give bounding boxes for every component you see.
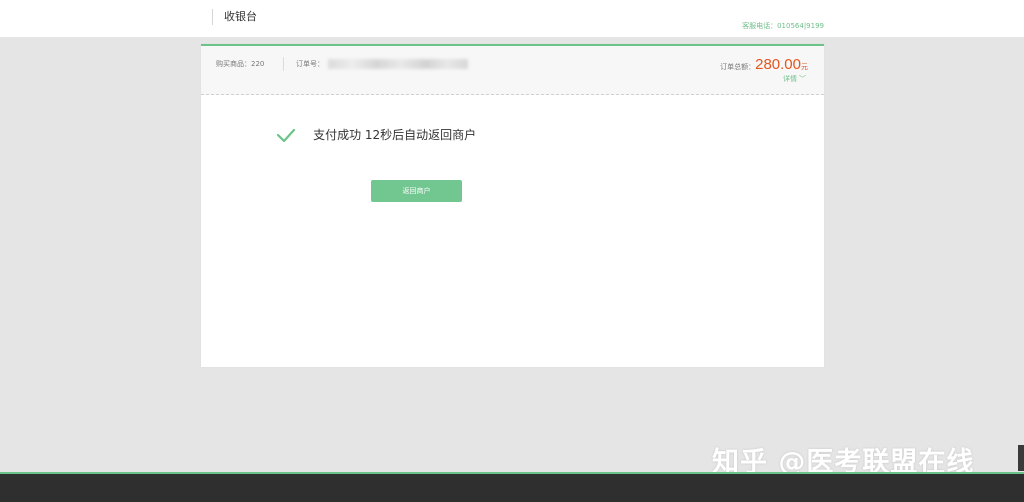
return-to-merchant-button[interactable]: 返回商户	[371, 180, 462, 202]
success-text: 支付成功 12秒后自动返回商户	[313, 128, 477, 142]
payment-card: 购买商品：220 订单号： 订单总额：280.00元 详情 ﹀ 支付成功 12秒后…	[201, 44, 824, 367]
page-title: 收银台	[224, 10, 257, 23]
scroll-handle[interactable]	[1018, 445, 1024, 471]
order-bar-divider	[283, 57, 284, 71]
details-label: 详情	[783, 75, 797, 83]
payment-success-message: 支付成功 12秒后自动返回商户	[276, 124, 476, 143]
order-total-label: 订单总额：	[720, 63, 756, 71]
details-toggle[interactable]: 详情 ﹀	[783, 74, 806, 84]
service-phone: 客服电话：010564|9199	[742, 22, 824, 30]
item-count: 购买商品：220	[216, 60, 265, 68]
order-total-amount: 280.00	[755, 56, 801, 73]
header-divider	[212, 9, 213, 25]
order-total: 订单总额：280.00元	[720, 54, 808, 73]
top-header: 收银台 客服电话：010564|9199	[0, 0, 1024, 37]
order-number-label: 订单号：	[296, 60, 324, 68]
order-summary-bar: 购买商品：220 订单号： 订单总额：280.00元 详情 ﹀	[201, 46, 824, 95]
chevron-down-icon: ﹀	[799, 75, 806, 83]
order-total-unit: 元	[801, 63, 808, 71]
check-icon	[276, 128, 296, 142]
order-number-redacted	[328, 59, 468, 69]
bottom-bar	[0, 472, 1024, 502]
